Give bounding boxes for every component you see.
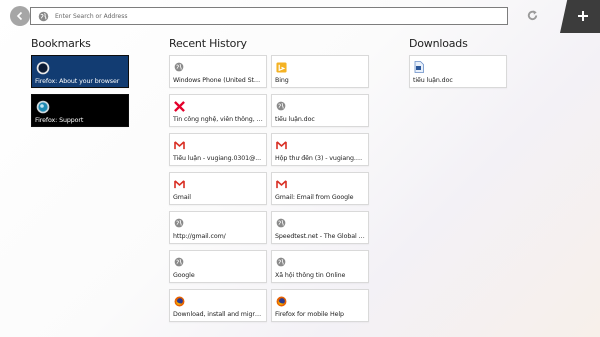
history-label: Speedtest.net - The Global B... — [275, 233, 365, 240]
tinhte-icon — [173, 100, 185, 112]
back-button[interactable] — [10, 6, 30, 26]
history-tile[interactable]: tiểu luận.doc — [271, 94, 369, 127]
globe-icon — [173, 256, 185, 268]
bookmark-label: Firefox: Support — [35, 117, 84, 124]
history-label: Tiểu luận - vugiang.0301@... — [173, 155, 261, 162]
search-address-input[interactable] — [51, 9, 507, 23]
history-label: Firefox for mobile Help — [275, 311, 344, 318]
history-tile[interactable]: Windows Phone (United Stat... — [169, 55, 267, 88]
history-label: http://gmail.com/ — [173, 233, 226, 240]
downloads-title: Downloads — [409, 37, 468, 50]
history-label: Bing — [275, 77, 289, 84]
history-tile[interactable]: http://gmail.com/ — [169, 211, 267, 244]
history-tile[interactable]: Firefox for mobile Help — [271, 289, 369, 322]
firefox-icon — [173, 295, 185, 307]
history-tile[interactable]: Gmail: Email from Google — [271, 172, 369, 205]
globe-icon — [275, 100, 287, 112]
bing-icon — [275, 61, 287, 73]
firefox-icon — [275, 295, 287, 307]
history-tile[interactable]: Tin công nghệ, viễn thông, tr... — [169, 94, 267, 127]
bookmarks-title: Bookmarks — [31, 37, 91, 50]
history-label: Gmail — [173, 194, 191, 201]
globe-icon — [35, 8, 51, 24]
bookmark-label: Firefox: About your browser — [35, 78, 120, 85]
history-label: tiểu luận.doc — [275, 116, 315, 123]
globe-icon — [173, 61, 185, 73]
firefox-globe-icon — [35, 99, 50, 114]
history-label: Hộp thư đến (3) - vugiang.0... — [275, 155, 365, 162]
history-label: Download, install and migra... — [173, 311, 263, 318]
history-label: Xã hội thông tin Online — [275, 272, 346, 279]
history-label: Google — [173, 272, 195, 279]
plus-icon — [577, 7, 589, 26]
gmail-icon — [173, 139, 185, 151]
reload-button[interactable] — [524, 8, 540, 24]
back-arrow-icon — [14, 7, 26, 26]
bookmark-tile[interactable]: Firefox: About your browser — [31, 55, 129, 88]
history-tile[interactable]: Google — [169, 250, 267, 283]
history-tile[interactable]: Tiểu luận - vugiang.0301@... — [169, 133, 267, 166]
globe-icon — [275, 217, 287, 229]
history-tile[interactable]: Xã hội thông tin Online — [271, 250, 369, 283]
download-tile[interactable]: tiểu luận.doc — [409, 55, 507, 88]
gmail-icon — [275, 178, 287, 190]
word-doc-icon — [413, 61, 425, 73]
new-tab-button[interactable] — [560, 0, 600, 33]
bookmark-tile[interactable]: Firefox: Support — [31, 94, 129, 127]
firefox-dark-icon — [35, 60, 50, 75]
reload-icon — [526, 7, 539, 26]
gmail-icon — [275, 139, 287, 151]
history-tile[interactable]: Hộp thư đến (3) - vugiang.0... — [271, 133, 369, 166]
history-tile[interactable]: Download, install and migra... — [169, 289, 267, 322]
gmail-icon — [173, 178, 185, 190]
history-tile[interactable]: Gmail — [169, 172, 267, 205]
globe-icon — [173, 217, 185, 229]
history-tile[interactable]: Speedtest.net - The Global B... — [271, 211, 369, 244]
history-tile[interactable]: Bing — [271, 55, 369, 88]
download-label: tiểu luận.doc — [413, 77, 453, 84]
history-label: Tin công nghệ, viễn thông, tr... — [173, 116, 263, 123]
history-label: Gmail: Email from Google — [275, 194, 354, 201]
toolbar — [0, 0, 600, 33]
recent-history-title: Recent History — [169, 37, 247, 50]
globe-icon — [275, 256, 287, 268]
history-label: Windows Phone (United Stat... — [173, 77, 263, 84]
address-bar[interactable] — [30, 7, 508, 25]
